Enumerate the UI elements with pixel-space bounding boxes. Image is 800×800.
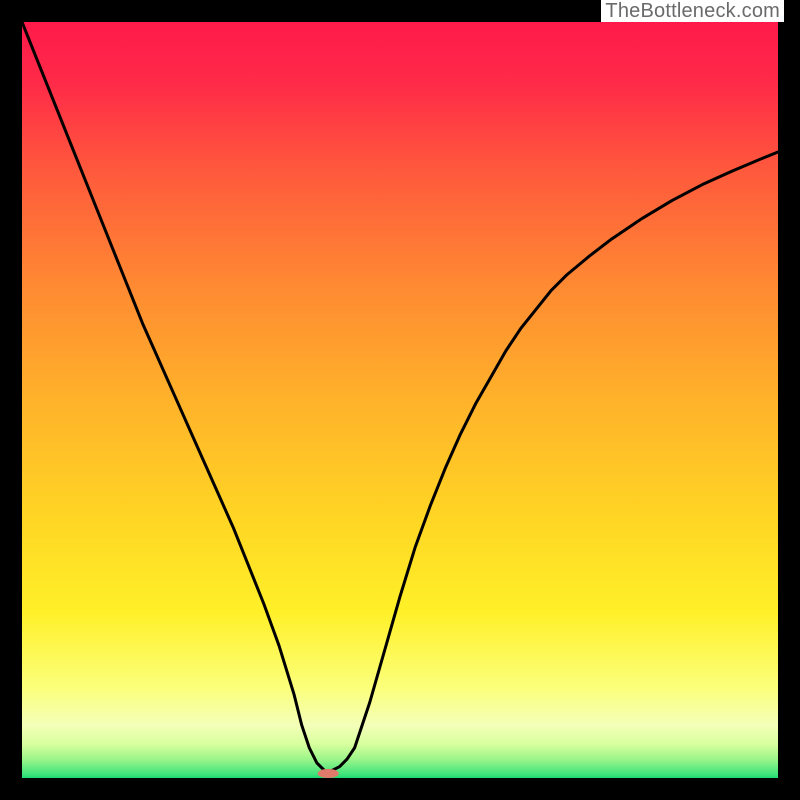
attribution-label: TheBottleneck.com <box>601 0 784 22</box>
gradient-background <box>22 22 778 778</box>
chart-plot <box>22 22 778 778</box>
chart-frame: TheBottleneck.com <box>0 0 800 800</box>
optimum-marker <box>318 769 339 778</box>
